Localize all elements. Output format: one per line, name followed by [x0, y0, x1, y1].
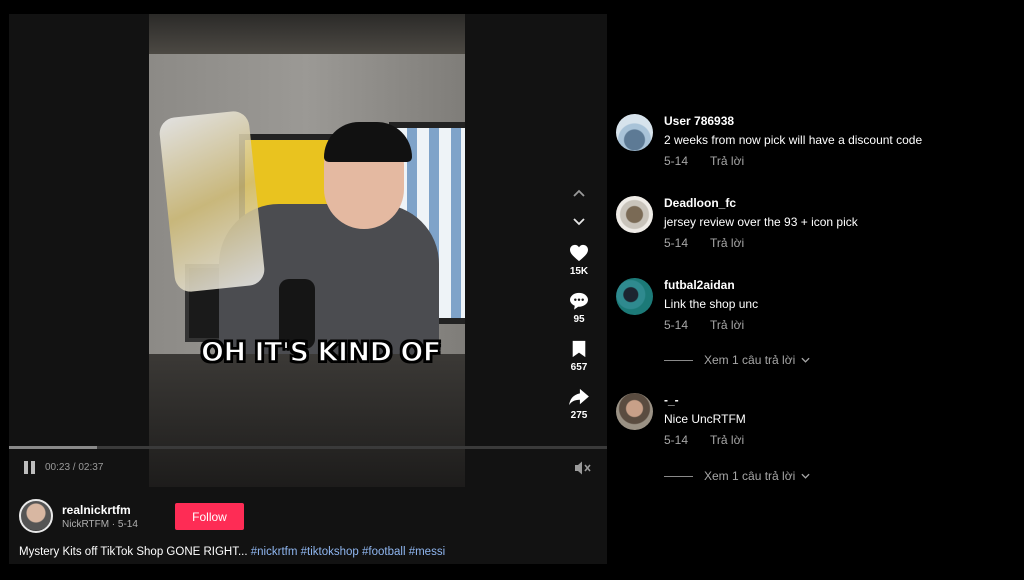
video-caption-overlay: OH IT'S KIND OF [200, 336, 442, 369]
video-scene-bag [158, 109, 266, 294]
comment-date: 5-14 [664, 433, 689, 447]
comment-meta: 5-14 Trả lời [664, 154, 744, 168]
reply-button[interactable]: Trả lời [710, 236, 744, 250]
reply-button[interactable]: Trả lời [710, 154, 744, 168]
comment-meta: 5-14 Trả lời [664, 318, 744, 332]
author-subline: NickRTFM · 5-14 [62, 519, 138, 530]
comment-text: Nice UncRTFM [664, 412, 746, 426]
hashtag-link[interactable]: #football [362, 546, 405, 558]
comment-text: jersey review over the 93 + icon pick [664, 215, 858, 229]
view-replies-label: Xem 1 câu trả lời [704, 469, 796, 483]
comment-meta: 5-14 Trả lời [664, 236, 744, 250]
follow-button[interactable]: Follow [175, 503, 244, 530]
hashtag-link[interactable]: #nickrtfm [251, 546, 298, 558]
time-display: 00:23 / 02:37 [45, 462, 104, 473]
hashtag-link[interactable]: #messi [409, 546, 445, 558]
share-count: 275 [570, 410, 588, 421]
view-replies-button[interactable]: Xem 1 câu trả lời [664, 353, 810, 367]
comment-avatar[interactable] [616, 278, 653, 315]
comment-username[interactable]: Deadloon_fc [664, 196, 736, 210]
author-username[interactable]: realnickrtfm [62, 503, 131, 517]
mute-icon [575, 461, 591, 475]
comment-avatar[interactable] [616, 196, 653, 233]
comment-username[interactable]: -_- [664, 393, 679, 407]
author-avatar[interactable] [19, 499, 53, 533]
mute-button[interactable] [574, 460, 592, 476]
share-icon [569, 388, 589, 406]
replies-divider [664, 475, 693, 477]
bookmark-icon [572, 340, 586, 358]
comment-date: 5-14 [664, 154, 689, 168]
comment-username[interactable]: User 786938 [664, 114, 734, 128]
comment-date: 5-14 [664, 318, 689, 332]
video-player[interactable]: OH IT'S KIND OF 15K 95 657 275 00:23 / 0… [9, 14, 607, 487]
video-actions: 15K 95 657 275 [561, 244, 597, 436]
chevron-up-icon [573, 189, 585, 197]
next-video-button[interactable] [568, 211, 590, 233]
share-button[interactable]: 275 [561, 388, 597, 436]
video-frame[interactable] [149, 14, 465, 487]
comments-panel: User 786938 2 weeks from now pick will h… [610, 0, 1024, 580]
chevron-down-icon [801, 473, 810, 479]
video-nav [568, 182, 590, 240]
comment-avatar[interactable] [616, 114, 653, 151]
view-replies-button[interactable]: Xem 1 câu trả lời [664, 469, 810, 483]
comment-date: 5-14 [664, 236, 689, 250]
comment-text: Link the shop unc [664, 297, 759, 311]
heart-icon [570, 244, 588, 262]
description-text: Mystery Kits off TikTok Shop GONE RIGHT.… [19, 546, 251, 558]
comment-count: 95 [573, 314, 585, 325]
comment-username[interactable]: futbal2aidan [664, 278, 735, 292]
pause-button[interactable] [24, 461, 36, 474]
video-description: Mystery Kits off TikTok Shop GONE RIGHT.… [19, 546, 445, 558]
player-controls: 00:23 / 02:37 [24, 460, 592, 476]
view-replies-label: Xem 1 câu trả lời [704, 353, 796, 367]
reply-button[interactable]: Trả lời [710, 318, 744, 332]
replies-divider [664, 359, 693, 361]
like-count: 15K [569, 266, 589, 277]
pause-icon [24, 461, 28, 474]
bookmark-button[interactable]: 657 [561, 340, 597, 388]
chevron-down-icon [573, 218, 585, 226]
like-button[interactable]: 15K [561, 244, 597, 292]
pause-icon-bar [31, 461, 35, 474]
comment-icon [570, 292, 588, 310]
previous-video-button[interactable] [568, 182, 590, 204]
comment-avatar[interactable] [616, 393, 653, 430]
progress-fill [9, 446, 97, 449]
comment-text: 2 weeks from now pick will have a discou… [664, 133, 923, 147]
save-count: 657 [570, 362, 588, 373]
chevron-down-icon [801, 357, 810, 363]
progress-bar[interactable] [9, 446, 607, 449]
reply-button[interactable]: Trả lời [710, 433, 744, 447]
comment-meta: 5-14 Trả lời [664, 433, 744, 447]
hashtag-link[interactable]: #tiktokshop [301, 546, 359, 558]
comment-button[interactable]: 95 [561, 292, 597, 340]
video-info: realnickrtfm NickRTFM · 5-14 Follow Myst… [9, 487, 607, 564]
